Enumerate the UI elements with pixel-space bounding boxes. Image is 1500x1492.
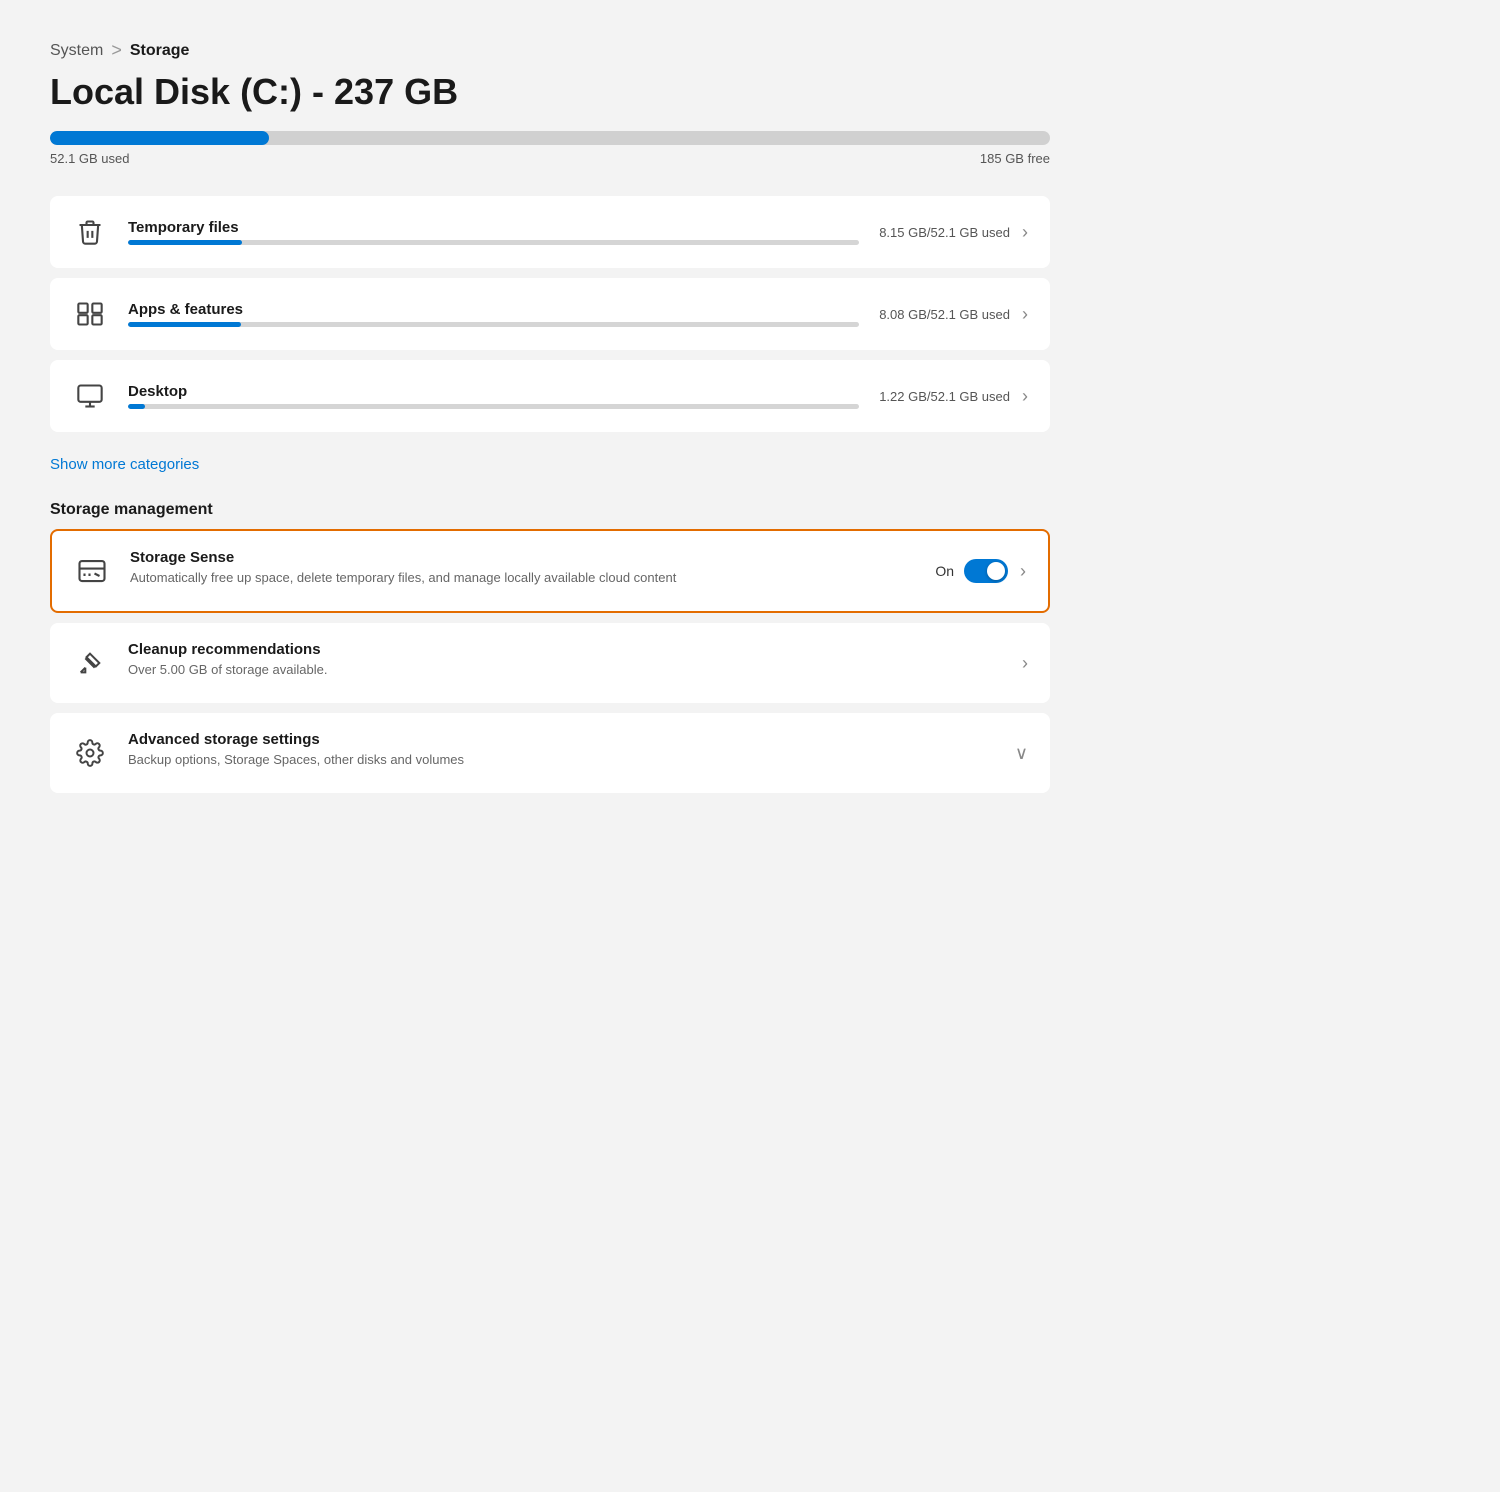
monitor-icon — [72, 378, 108, 414]
temporary-files-bar-fill — [128, 240, 242, 245]
show-more-categories-link[interactable]: Show more categories — [50, 456, 199, 473]
apps-features-title: Apps & features — [128, 301, 859, 318]
temporary-files-content: Temporary files — [128, 219, 859, 245]
page-title: Local Disk (C:) - 237 GB — [50, 71, 1050, 113]
disk-used-label: 52.1 GB used — [50, 151, 130, 166]
advanced-right: ∨ — [1015, 743, 1028, 764]
gear-icon — [72, 735, 108, 771]
desktop-right: 1.22 GB/52.1 GB used › — [879, 386, 1028, 407]
storage-sense-description: Automatically free up space, delete temp… — [130, 570, 915, 585]
temporary-files-bar-track — [128, 240, 859, 245]
breadcrumb: System > Storage — [50, 40, 1050, 61]
temporary-files-chevron: › — [1022, 222, 1028, 243]
advanced-storage-card[interactable]: Advanced storage settings Backup options… — [50, 713, 1050, 793]
disk-free-label: 185 GB free — [980, 151, 1050, 166]
storage-sense-icon — [74, 553, 110, 589]
cleanup-chevron: › — [1022, 653, 1028, 674]
temporary-files-title: Temporary files — [128, 219, 859, 236]
category-card-desktop[interactable]: Desktop 1.22 GB/52.1 GB used › — [50, 360, 1050, 432]
desktop-content: Desktop — [128, 383, 859, 409]
storage-sense-title: Storage Sense — [130, 549, 915, 566]
breadcrumb-separator: > — [111, 40, 122, 61]
apps-features-bar-fill — [128, 322, 241, 327]
storage-management-heading: Storage management — [50, 501, 1050, 519]
cleanup-content: Cleanup recommendations Over 5.00 GB of … — [128, 641, 1002, 685]
advanced-chevron: ∨ — [1015, 743, 1028, 764]
apps-icon — [72, 296, 108, 332]
disk-bar-track — [50, 131, 1050, 145]
apps-features-bar-track — [128, 322, 859, 327]
category-card-temporary-files[interactable]: Temporary files 8.15 GB/52.1 GB used › — [50, 196, 1050, 268]
trash-icon — [72, 214, 108, 250]
breadcrumb-current: Storage — [130, 42, 190, 60]
breadcrumb-parent: System — [50, 42, 103, 60]
storage-sense-toggle-label: On — [935, 563, 954, 579]
storage-sense-content: Storage Sense Automatically free up spac… — [130, 549, 915, 593]
storage-sense-toggle[interactable] — [964, 559, 1008, 583]
desktop-bar-fill — [128, 404, 145, 409]
apps-features-chevron: › — [1022, 304, 1028, 325]
desktop-title: Desktop — [128, 383, 859, 400]
cleanup-icon — [72, 645, 108, 681]
toggle-knob — [987, 562, 1005, 580]
storage-sense-right: On › — [935, 559, 1026, 583]
desktop-chevron: › — [1022, 386, 1028, 407]
category-card-apps-features[interactable]: Apps & features 8.08 GB/52.1 GB used › — [50, 278, 1050, 350]
cleanup-right: › — [1022, 653, 1028, 674]
cleanup-recommendations-card[interactable]: Cleanup recommendations Over 5.00 GB of … — [50, 623, 1050, 703]
storage-sense-card[interactable]: Storage Sense Automatically free up spac… — [50, 529, 1050, 613]
disk-bar-fill — [50, 131, 269, 145]
cleanup-title: Cleanup recommendations — [128, 641, 1002, 658]
temporary-files-usage: 8.15 GB/52.1 GB used — [879, 225, 1010, 240]
apps-features-content: Apps & features — [128, 301, 859, 327]
desktop-usage: 1.22 GB/52.1 GB used — [879, 389, 1010, 404]
category-list: Temporary files 8.15 GB/52.1 GB used › A… — [50, 196, 1050, 432]
temporary-files-right: 8.15 GB/52.1 GB used › — [879, 222, 1028, 243]
apps-features-right: 8.08 GB/52.1 GB used › — [879, 304, 1028, 325]
storage-sense-toggle-area[interactable]: On — [935, 559, 1008, 583]
advanced-content: Advanced storage settings Backup options… — [128, 731, 995, 775]
disk-bar-labels: 52.1 GB used 185 GB free — [50, 151, 1050, 166]
desktop-bar-track — [128, 404, 859, 409]
disk-bar-container: 52.1 GB used 185 GB free — [50, 131, 1050, 166]
advanced-description: Backup options, Storage Spaces, other di… — [128, 752, 995, 767]
apps-features-usage: 8.08 GB/52.1 GB used — [879, 307, 1010, 322]
storage-sense-chevron: › — [1020, 561, 1026, 582]
advanced-title: Advanced storage settings — [128, 731, 995, 748]
cleanup-description: Over 5.00 GB of storage available. — [128, 662, 1002, 677]
